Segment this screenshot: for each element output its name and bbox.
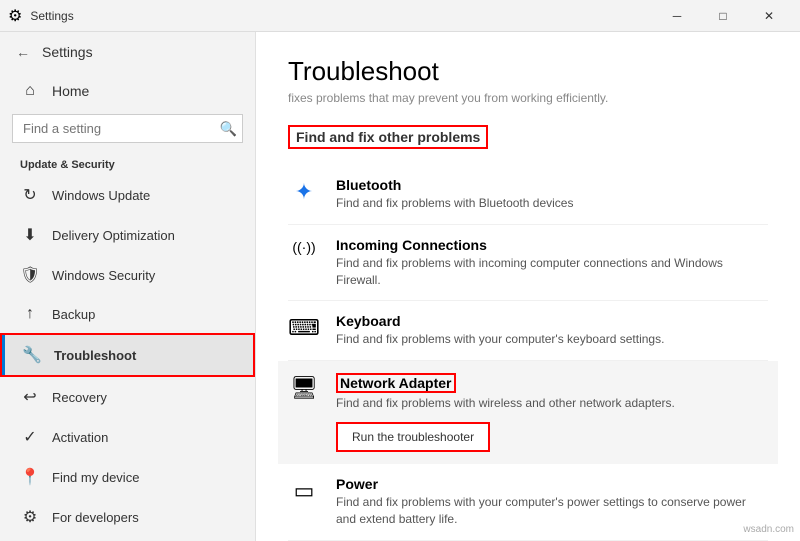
search-box: 🔍	[12, 114, 243, 143]
item-desc-power: Find and fix problems with your computer…	[336, 494, 768, 528]
sidebar-item-windows-security[interactable]: 🛡 Windows Security	[0, 255, 255, 295]
titlebar-left: ⚙ Settings	[8, 6, 74, 26]
content-subtitle: fixes problems that may prevent you from…	[288, 91, 768, 105]
item-title-keyboard: Keyboard	[336, 313, 768, 329]
sidebar-item-delivery-optimization[interactable]: ⬇ Delivery Optimization	[0, 215, 255, 255]
sidebar-item-label-recovery: Recovery	[52, 390, 107, 405]
item-title-network-adapter: Network Adapter	[336, 373, 456, 393]
section-heading: Find and fix other problems	[288, 125, 488, 149]
delivery-optimization-icon: ⬇	[20, 225, 40, 245]
item-desc-bluetooth: Find and fix problems with Bluetooth dev…	[336, 195, 768, 212]
home-label: Home	[52, 83, 89, 99]
sidebar-item-backup[interactable]: ↑ Backup	[0, 295, 255, 333]
sidebar: ← Settings ⌂ Home 🔍 Update & Security ↻ W…	[0, 32, 256, 541]
troubleshoot-item-keyboard: ⌨ Keyboard Find and fix problems with your…	[288, 301, 768, 361]
network-adapter-icon: 🖥	[288, 375, 320, 401]
sidebar-item-label-troubleshoot: Troubleshoot	[54, 348, 136, 363]
close-button[interactable]: ✕	[746, 0, 792, 32]
sidebar-items-container: ↻ Windows Update ⬇ Delivery Optimization 🛡 Wi…	[0, 175, 255, 541]
windows-update-icon: ↻	[20, 185, 40, 205]
incoming-connections-icon: ((·))	[288, 239, 320, 255]
troubleshoot-items-container: ✦ Bluetooth Find and fix problems with Blu…	[288, 165, 768, 541]
keyboard-icon: ⌨	[288, 315, 320, 341]
activation-icon: ✓	[20, 427, 40, 447]
item-content-keyboard: Keyboard Find and fix problems with your …	[336, 313, 768, 348]
item-content-incoming-connections: Incoming Connections Find and fix problem…	[336, 237, 768, 289]
windows-security-icon: 🛡	[20, 265, 40, 285]
sidebar-item-label-backup: Backup	[52, 307, 95, 322]
item-desc-keyboard: Find and fix problems with your computer…	[336, 331, 768, 348]
sidebar-item-label-for-developers: For developers	[52, 510, 139, 525]
titlebar-controls: ─ □ ✕	[654, 0, 792, 32]
power-icon: ▭	[288, 478, 320, 504]
sidebar-item-label-windows-security: Windows Security	[52, 268, 155, 283]
sidebar-item-label-windows-update: Windows Update	[52, 188, 150, 203]
item-content-network-adapter: Network Adapter Find and fix problems wit…	[336, 373, 768, 452]
backup-icon: ↑	[20, 305, 40, 323]
sidebar-item-label-activation: Activation	[52, 430, 108, 445]
sidebar-item-find-my-device[interactable]: 📍 Find my device	[0, 457, 255, 497]
recovery-icon: ↩	[20, 387, 40, 407]
app-body: ← Settings ⌂ Home 🔍 Update & Security ↻ W…	[0, 32, 800, 541]
search-icon[interactable]: 🔍	[220, 120, 237, 137]
back-button[interactable]: ←	[12, 40, 34, 64]
sidebar-item-activation[interactable]: ✓ Activation	[0, 417, 255, 457]
content-area: Troubleshoot fixes problems that may pre…	[256, 32, 800, 541]
for-developers-icon: ⚙	[20, 507, 40, 527]
item-title-power: Power	[336, 476, 768, 492]
page-title: Troubleshoot	[288, 56, 768, 87]
sidebar-item-troubleshoot[interactable]: 🔧 Troubleshoot	[0, 333, 255, 377]
settings-icon: ⚙	[8, 6, 22, 26]
home-icon: ⌂	[20, 82, 40, 100]
troubleshoot-item-incoming-connections: ((·)) Incoming Connections Find and fix pr…	[288, 225, 768, 302]
troubleshoot-icon: 🔧	[22, 345, 42, 365]
sidebar-item-windows-insider[interactable]: ⊞Windows Insider Program	[0, 537, 255, 541]
item-content-power: Power Find and fix problems with your com…	[336, 476, 768, 528]
titlebar: ⚙ Settings ─ □ ✕	[0, 0, 800, 32]
sidebar-item-recovery[interactable]: ↩ Recovery	[0, 377, 255, 417]
sidebar-item-label-find-my-device: Find my device	[52, 470, 139, 485]
run-troubleshooter-button[interactable]: Run the troubleshooter	[336, 422, 490, 452]
sidebar-item-windows-update[interactable]: ↻ Windows Update	[0, 175, 255, 215]
item-title-bluetooth: Bluetooth	[336, 177, 768, 193]
minimize-button[interactable]: ─	[654, 0, 700, 32]
search-input[interactable]	[12, 114, 243, 143]
item-desc-network-adapter: Find and fix problems with wireless and …	[336, 395, 768, 412]
sidebar-app-title: Settings	[42, 44, 93, 60]
bluetooth-icon: ✦	[288, 179, 320, 205]
item-title-incoming-connections: Incoming Connections	[336, 237, 768, 253]
troubleshoot-item-network-adapter: 🖥 Network Adapter Find and fix problems wi…	[278, 361, 778, 464]
sidebar-nav-top: ← Settings	[0, 32, 255, 72]
watermark: wsadn.com	[743, 524, 794, 535]
sidebar-item-for-developers[interactable]: ⚙ For developers	[0, 497, 255, 537]
sidebar-item-home[interactable]: ⌂ Home	[0, 72, 255, 110]
troubleshoot-item-bluetooth: ✦ Bluetooth Find and fix problems with Blu…	[288, 165, 768, 225]
maximize-button[interactable]: □	[700, 0, 746, 32]
troubleshoot-item-power: ▭ Power Find and fix problems with your co…	[288, 464, 768, 541]
item-desc-incoming-connections: Find and fix problems with incoming comp…	[336, 255, 768, 289]
sidebar-item-label-delivery-optimization: Delivery Optimization	[52, 228, 175, 243]
sidebar-section-title: Update & Security	[0, 151, 255, 175]
item-content-bluetooth: Bluetooth Find and fix problems with Blue…	[336, 177, 768, 212]
titlebar-title: Settings	[30, 9, 73, 23]
find-my-device-icon: 📍	[20, 467, 40, 487]
